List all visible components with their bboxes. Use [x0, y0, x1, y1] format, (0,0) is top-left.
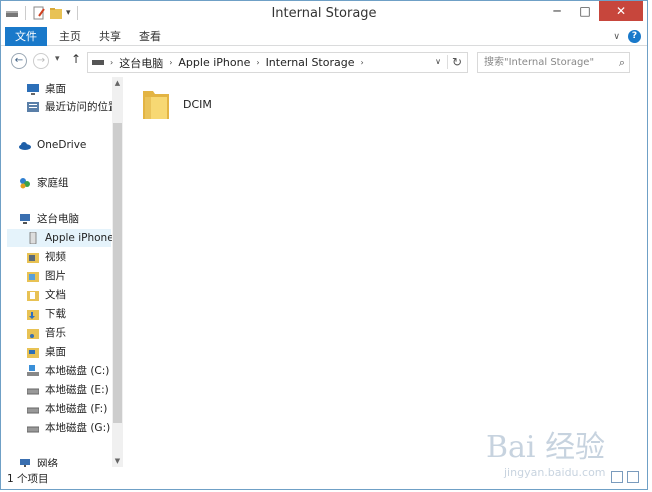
nav-item-label: 最近访问的位置	[45, 101, 119, 113]
nav-item-desktop[interactable]: 桌面	[27, 80, 66, 98]
chevron-right-icon[interactable]: ›	[110, 58, 113, 67]
tab-file[interactable]: 文件	[5, 27, 47, 46]
nav-item-music[interactable]: 音乐	[27, 324, 66, 342]
system-drive-icon	[27, 365, 39, 377]
search-input[interactable]: 搜索"Internal Storage" ⌕	[477, 52, 630, 73]
scrollbar-thumb[interactable]	[113, 123, 122, 423]
details-view-icon[interactable]	[611, 471, 623, 483]
nav-item-label: 桌面	[45, 346, 66, 358]
nav-item-drive-g[interactable]: 本地磁盘 (G:)	[26, 419, 111, 437]
nav-item-label: 这台电脑	[37, 213, 79, 225]
navigation-bar: ← → ▾ ↑ › 这台电脑 › Apple iPhone › Internal…	[1, 47, 647, 77]
drive-icon	[26, 422, 40, 434]
explorer-window: ▾ Internal Storage ─ □ ✕ 文件 主页 共享 查看 ∨ ?…	[0, 0, 648, 490]
breadcrumb-internal-storage[interactable]: Internal Storage	[266, 56, 355, 69]
expand-ribbon-button[interactable]: ∨	[613, 32, 620, 42]
nav-item-documents[interactable]: 文档	[27, 286, 66, 304]
tab-share[interactable]: 共享	[99, 27, 121, 46]
desktop-icon	[27, 83, 39, 95]
back-button[interactable]: ←	[11, 53, 27, 69]
file-name: DCIM	[183, 98, 212, 111]
chevron-right-icon[interactable]: ›	[361, 58, 364, 67]
chevron-right-icon[interactable]: ›	[169, 58, 172, 67]
nav-item-drive-c[interactable]: 本地磁盘 (C:)	[27, 362, 109, 380]
title-bar: ▾ Internal Storage ─ □ ✕	[1, 1, 647, 27]
large-icons-view-icon[interactable]	[627, 471, 639, 483]
nav-item-videos[interactable]: 视频	[27, 248, 66, 266]
nav-item-label: 本地磁盘 (E:)	[45, 384, 109, 396]
nav-item-onedrive[interactable]: OneDrive	[19, 136, 86, 154]
nav-item-label: 文档	[45, 289, 66, 301]
maximize-button[interactable]: □	[571, 1, 599, 21]
nav-item-desktop-folder[interactable]: 桌面	[27, 343, 66, 361]
nav-item-recent-places[interactable]: 最近访问的位置	[27, 98, 119, 116]
window-controls: ─ □ ✕	[543, 1, 643, 21]
file-list: DCIM	[127, 77, 647, 467]
nav-item-label: 视频	[45, 251, 66, 263]
recent-places-icon	[27, 101, 39, 113]
breadcrumb-apple-iphone[interactable]: Apple iPhone	[178, 56, 250, 69]
navigation-pane: 桌面 最近访问的位置 OneDrive 家庭组 这台电脑 Apple iPhon…	[1, 77, 125, 467]
homegroup-icon	[19, 177, 31, 189]
documents-folder-icon	[27, 289, 39, 301]
search-placeholder: 搜索"Internal Storage"	[484, 57, 595, 68]
address-history-dropdown[interactable]: ∨	[435, 57, 441, 66]
this-pc-icon	[19, 213, 31, 225]
nav-item-label: 网络	[37, 458, 58, 467]
minimize-button[interactable]: ─	[543, 1, 571, 21]
item-count: 1 个项目	[7, 473, 49, 485]
nav-item-label: 本地磁盘 (F:)	[45, 403, 108, 415]
tab-view[interactable]: 查看	[139, 27, 161, 46]
ribbon-controls: ∨ ?	[613, 30, 641, 43]
nav-item-label: 下载	[45, 308, 66, 320]
help-icon[interactable]: ?	[628, 30, 641, 43]
nav-item-label: 桌面	[45, 83, 66, 95]
tab-home[interactable]: 主页	[59, 27, 81, 46]
forward-button[interactable]: →	[33, 53, 49, 69]
nav-item-drive-f[interactable]: 本地磁盘 (F:)	[26, 400, 108, 418]
videos-folder-icon	[27, 251, 39, 263]
status-bar: 1 个项目	[1, 467, 647, 489]
onedrive-icon	[19, 139, 31, 151]
nav-item-label: 家庭组	[37, 177, 69, 189]
nav-item-label: 本地磁盘 (G:)	[45, 422, 111, 434]
drive-icon	[26, 384, 40, 396]
nav-item-downloads[interactable]: 下载	[27, 305, 66, 323]
nav-item-homegroup[interactable]: 家庭组	[19, 174, 69, 192]
breadcrumb-this-pc[interactable]: 这台电脑	[119, 55, 163, 71]
nav-item-label: 图片	[45, 270, 66, 282]
nav-item-this-pc[interactable]: 这台电脑	[19, 210, 79, 228]
view-switcher	[611, 471, 639, 483]
nav-item-label: 本地磁盘 (C:)	[45, 365, 110, 377]
chevron-right-icon[interactable]: ›	[256, 58, 259, 67]
address-bar[interactable]: › 这台电脑 › Apple iPhone › Internal Storage…	[87, 52, 468, 73]
scroll-down-arrow[interactable]: ▼	[112, 457, 123, 465]
pictures-folder-icon	[27, 270, 39, 282]
nav-item-pictures[interactable]: 图片	[27, 267, 66, 285]
file-item-dcim[interactable]: DCIM	[141, 85, 212, 124]
ribbon-tabs: 文件 主页 共享 查看 ∨ ?	[1, 27, 647, 46]
nav-item-label: 音乐	[45, 327, 66, 339]
nav-item-network[interactable]: 网络	[19, 455, 58, 467]
drive-icon	[92, 56, 104, 69]
desktop-folder-icon	[27, 346, 39, 358]
nav-item-drive-e[interactable]: 本地磁盘 (E:)	[26, 381, 109, 399]
up-button[interactable]: ↑	[71, 52, 81, 66]
downloads-folder-icon	[27, 308, 39, 320]
scroll-up-arrow[interactable]: ▲	[112, 79, 123, 87]
nav-item-apple-iphone[interactable]: Apple iPhone	[7, 229, 114, 247]
music-folder-icon	[27, 327, 39, 339]
nav-pane-scrollbar[interactable]: ▲ ▼	[112, 77, 123, 467]
nav-item-label: Apple iPhone	[45, 232, 114, 244]
drive-icon	[26, 403, 40, 415]
recent-locations-button[interactable]: ▾	[55, 54, 60, 64]
search-icon[interactable]: ⌕	[619, 53, 625, 72]
network-icon	[19, 458, 31, 467]
folder-icon	[141, 85, 171, 124]
refresh-button[interactable]: ↻	[447, 55, 463, 69]
iphone-icon	[27, 231, 39, 245]
close-button[interactable]: ✕	[599, 1, 643, 21]
nav-item-label: OneDrive	[37, 139, 87, 151]
